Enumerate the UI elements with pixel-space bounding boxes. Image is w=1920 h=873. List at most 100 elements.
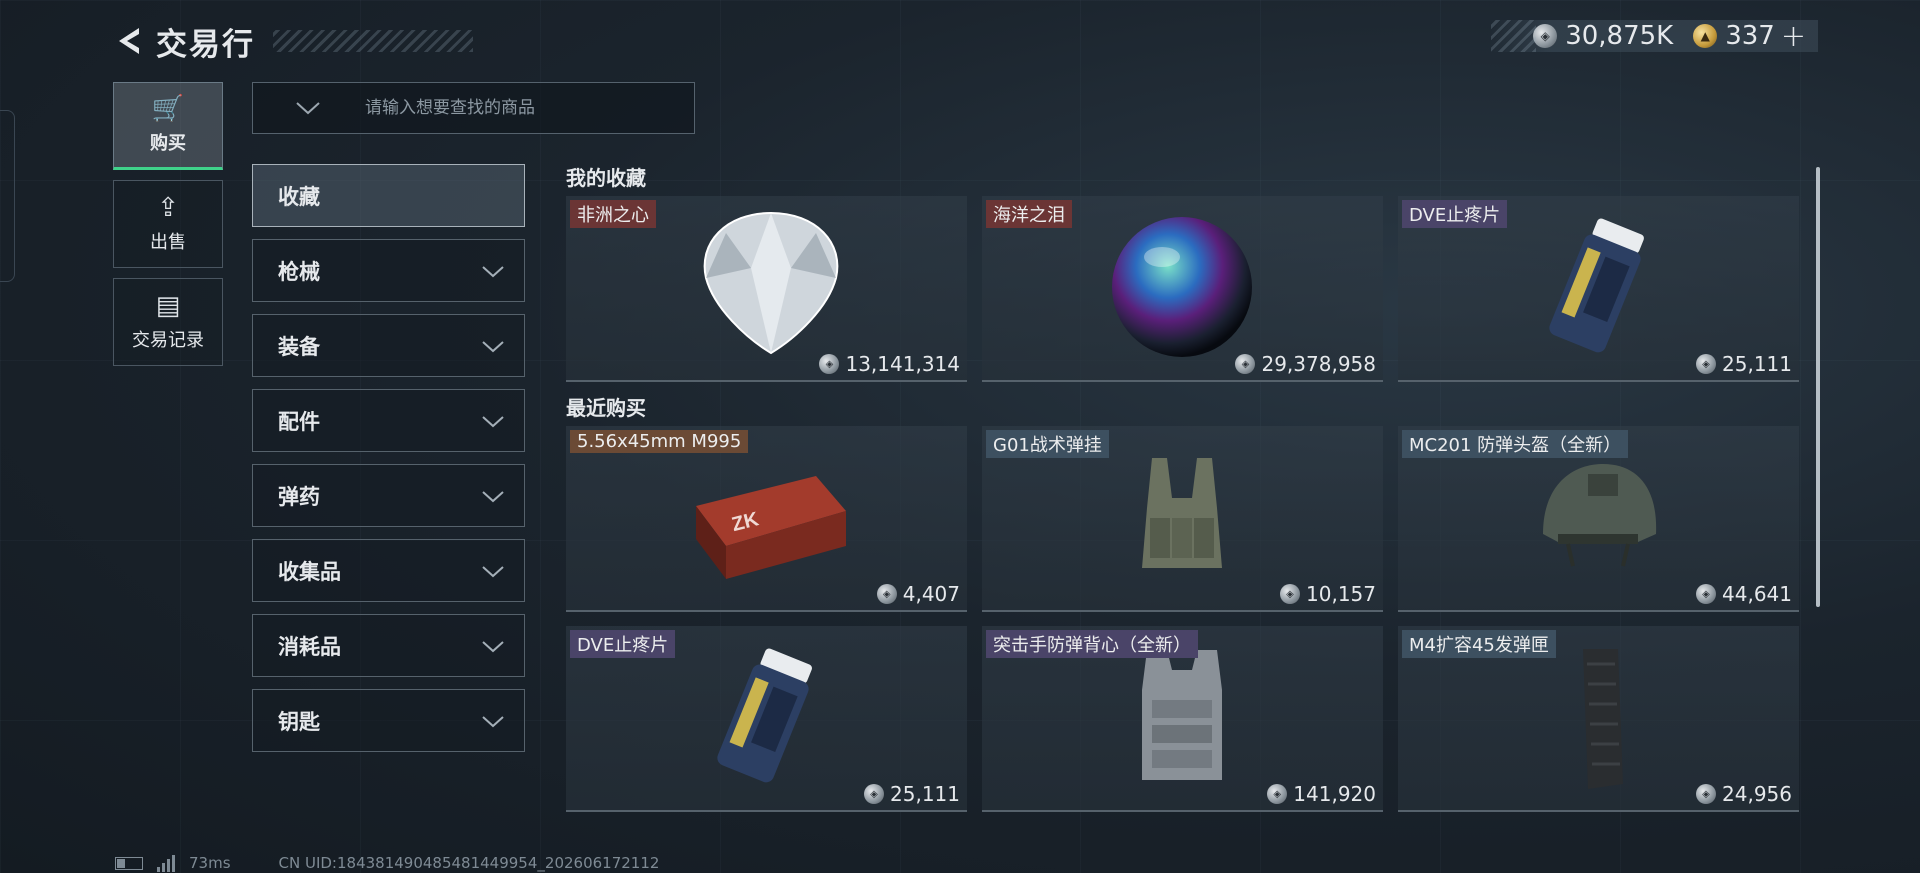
chevron-down-icon xyxy=(482,409,504,433)
category-label: 弹药 xyxy=(278,484,320,509)
item-price-value: 25,111 xyxy=(1722,352,1792,376)
item-card[interactable]: MC201 防弹头盔（全新） ◈ 44,641 xyxy=(1398,426,1799,612)
item-name: 突击手防弹背心（全新） xyxy=(986,630,1198,658)
category-item[interactable]: 枪械 xyxy=(252,239,525,302)
content-scrollbar[interactable] xyxy=(1816,167,1820,607)
uid-text: CN UID:184381490485481449954_20260617211… xyxy=(278,854,660,872)
gold-amount: 337 xyxy=(1725,21,1775,51)
mag-item-image xyxy=(1563,644,1633,798)
item-price: ◈ 13,141,314 xyxy=(819,352,960,376)
category-item[interactable]: 收集品 xyxy=(252,539,525,602)
helmet-item-image xyxy=(1528,454,1668,578)
back-button[interactable] xyxy=(110,21,150,61)
item-price-value: 29,378,958 xyxy=(1261,352,1376,376)
item-name: 5.56x45mm M995 xyxy=(570,430,749,453)
status-footer: 73ms CN UID:184381490485481449954_202606… xyxy=(115,853,659,873)
category-item[interactable]: 收藏 xyxy=(252,164,525,227)
nav-item-1[interactable]: ⇪ 出售 xyxy=(113,180,223,268)
item-card[interactable]: M4扩容45发弹匣 ◈ 24,956 xyxy=(1398,626,1799,812)
category-item[interactable]: 消耗品 xyxy=(252,614,525,677)
category-item[interactable]: 配件 xyxy=(252,389,525,452)
item-price: ◈ 25,111 xyxy=(864,782,960,806)
chevron-down-icon xyxy=(482,484,504,508)
item-grid: 非洲之心 ◈ 13,141,314 海洋之泪 ◈ 29,378,958 DVE止疼片 ◈ 25,… xyxy=(566,196,1806,382)
diamond-item-image xyxy=(696,208,846,362)
nav-item-label: 出售 xyxy=(150,232,186,253)
item-name: DVE止疼片 xyxy=(1402,200,1508,228)
item-price-value: 4,407 xyxy=(902,582,960,606)
currency-bar: ◈ 30,875K ▲ 337 + xyxy=(1491,19,1818,54)
nav-item-label: 交易记录 xyxy=(132,330,204,351)
page-title: 交易行 xyxy=(156,26,255,63)
item-price: ◈ 29,378,958 xyxy=(1235,352,1376,376)
item-price-value: 13,141,314 xyxy=(845,352,960,376)
category-item[interactable]: 弹药 xyxy=(252,464,525,527)
silver-coin-icon: ◈ xyxy=(819,354,840,374)
gold-coin-icon: ▲ xyxy=(1693,24,1718,48)
pills-item-image xyxy=(1538,216,1658,360)
item-name: G01战术弹挂 xyxy=(986,430,1109,458)
vest-item-image xyxy=(1127,640,1237,794)
category-label: 钥匙 xyxy=(278,709,320,734)
item-name: 海洋之泪 xyxy=(986,200,1072,228)
category-label: 枪械 xyxy=(278,259,320,284)
item-grid: ZK 5.56x45mm M995 ◈ 4,407 G01战术弹挂 ◈ 10,157 MC20… xyxy=(566,426,1806,812)
item-price: ◈ 25,111 xyxy=(1696,352,1792,376)
category-label: 收藏 xyxy=(278,184,320,209)
chevron-down-icon xyxy=(482,559,504,583)
title-decoration xyxy=(273,30,473,52)
record-icon: ▤ xyxy=(155,291,181,321)
item-price-value: 44,641 xyxy=(1722,582,1792,606)
silver-amount: 30,875K xyxy=(1565,21,1674,51)
search-dropdown-button[interactable] xyxy=(253,101,363,115)
item-card[interactable]: DVE止疼片 ◈ 25,111 xyxy=(1398,196,1799,382)
category-item[interactable]: 钥匙 xyxy=(252,689,525,752)
item-price: ◈ 10,157 xyxy=(1280,582,1376,606)
category-label: 消耗品 xyxy=(278,634,341,659)
silver-coin-icon: ◈ xyxy=(1533,24,1558,48)
nav-item-2[interactable]: ▤ 交易记录 xyxy=(113,278,223,366)
item-price-value: 24,956 xyxy=(1722,782,1792,806)
rig-item-image xyxy=(1122,448,1242,592)
pearl-item-image xyxy=(1107,212,1257,366)
item-name: 非洲之心 xyxy=(570,200,656,228)
item-card[interactable]: 突击手防弹背心（全新） ◈ 141,920 xyxy=(982,626,1383,812)
signal-icon xyxy=(157,854,175,872)
category-label: 装备 xyxy=(278,334,320,359)
silver-coin-icon: ◈ xyxy=(1280,584,1301,604)
section-title: 我的收藏 xyxy=(566,166,646,190)
item-card[interactable]: 海洋之泪 ◈ 29,378,958 xyxy=(982,196,1383,382)
category-list: 收藏枪械装备配件弹药收集品消耗品钥匙 xyxy=(252,164,525,764)
item-price-value: 10,157 xyxy=(1306,582,1376,606)
item-price: ◈ 24,956 xyxy=(1696,782,1792,806)
ammo-item-image: ZK xyxy=(686,461,856,585)
chevron-down-icon xyxy=(482,709,504,733)
battery-icon xyxy=(115,856,143,870)
item-content: 我的收藏 非洲之心 ◈ 13,141,314 海洋之泪 ◈ 29,378,958 DVE止疼片… xyxy=(566,160,1806,835)
pills-item-image xyxy=(706,646,826,790)
section-title: 最近购买 xyxy=(566,396,646,420)
silver-coin-icon: ◈ xyxy=(1696,354,1717,374)
nav-item-0[interactable]: 🛒 购买 xyxy=(113,82,223,170)
category-label: 配件 xyxy=(278,409,320,434)
side-drawer-handle[interactable] xyxy=(0,110,15,282)
side-nav: 🛒 购买 ⇪ 出售 ▤ 交易记录 xyxy=(113,82,225,376)
search-input[interactable] xyxy=(363,97,694,119)
silver-coin-icon: ◈ xyxy=(1267,784,1288,804)
silver-coin-icon: ◈ xyxy=(1235,354,1256,374)
item-card[interactable]: 非洲之心 ◈ 13,141,314 xyxy=(566,196,967,382)
item-name: M4扩容45发弹匣 xyxy=(1402,630,1556,658)
silver-coin-icon: ◈ xyxy=(1696,784,1717,804)
item-card[interactable]: DVE止疼片 ◈ 25,111 xyxy=(566,626,967,812)
item-price-value: 25,111 xyxy=(890,782,960,806)
item-price: ◈ 141,920 xyxy=(1267,782,1376,806)
category-item[interactable]: 装备 xyxy=(252,314,525,377)
item-card[interactable]: G01战术弹挂 ◈ 10,157 xyxy=(982,426,1383,612)
item-name: DVE止疼片 xyxy=(570,630,676,658)
item-card[interactable]: ZK 5.56x45mm M995 ◈ 4,407 xyxy=(566,426,967,612)
currency-decoration xyxy=(1491,20,1537,52)
back-arrow-icon xyxy=(119,28,139,54)
silver-coin-icon: ◈ xyxy=(1696,584,1717,604)
silver-coin-icon: ◈ xyxy=(876,584,897,604)
add-currency-button[interactable]: + xyxy=(1781,19,1806,54)
